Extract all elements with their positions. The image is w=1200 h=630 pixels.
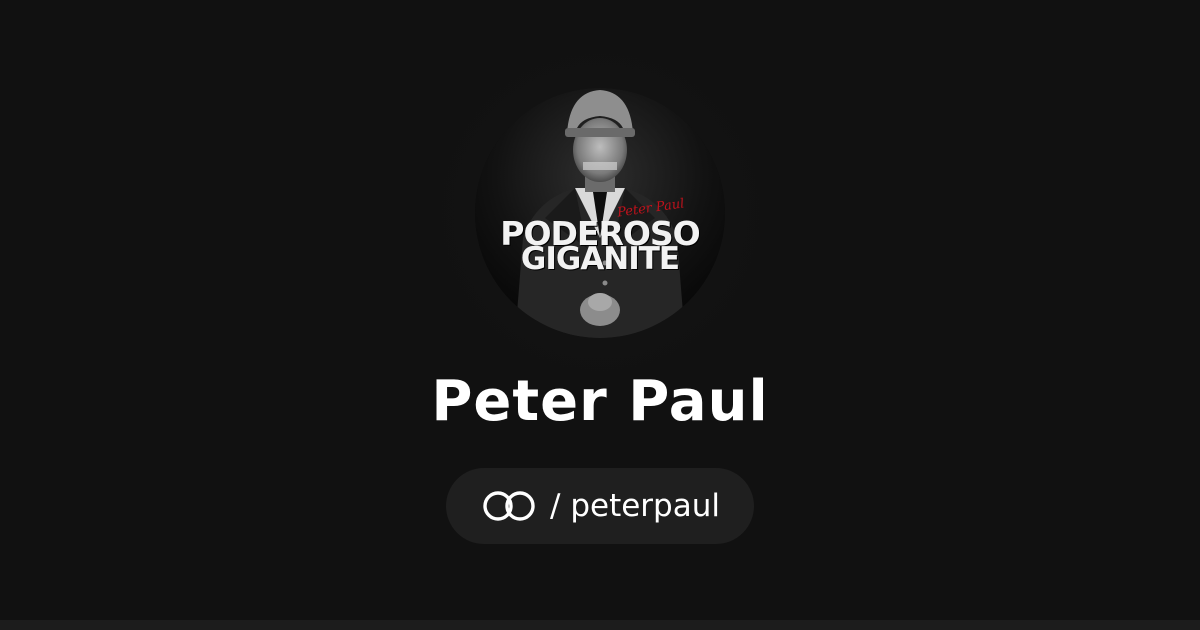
- handle-username: peterpaul: [570, 488, 720, 524]
- handle-prefix: /: [550, 488, 571, 524]
- album-cover-art: [475, 88, 725, 338]
- profile-name: Peter Paul: [431, 369, 769, 434]
- avatar: Peter Paul PODEROSO GIGANITE: [475, 88, 725, 338]
- linked-rings-logo-icon: [483, 491, 535, 521]
- cover-title-line2: GIGANITE: [520, 241, 680, 277]
- bottom-strip: [0, 620, 1200, 630]
- share-card: Peter Paul PODEROSO GIGANITE Peter Paul …: [0, 0, 1200, 620]
- profile-handle-link[interactable]: / peterpaul: [446, 468, 754, 544]
